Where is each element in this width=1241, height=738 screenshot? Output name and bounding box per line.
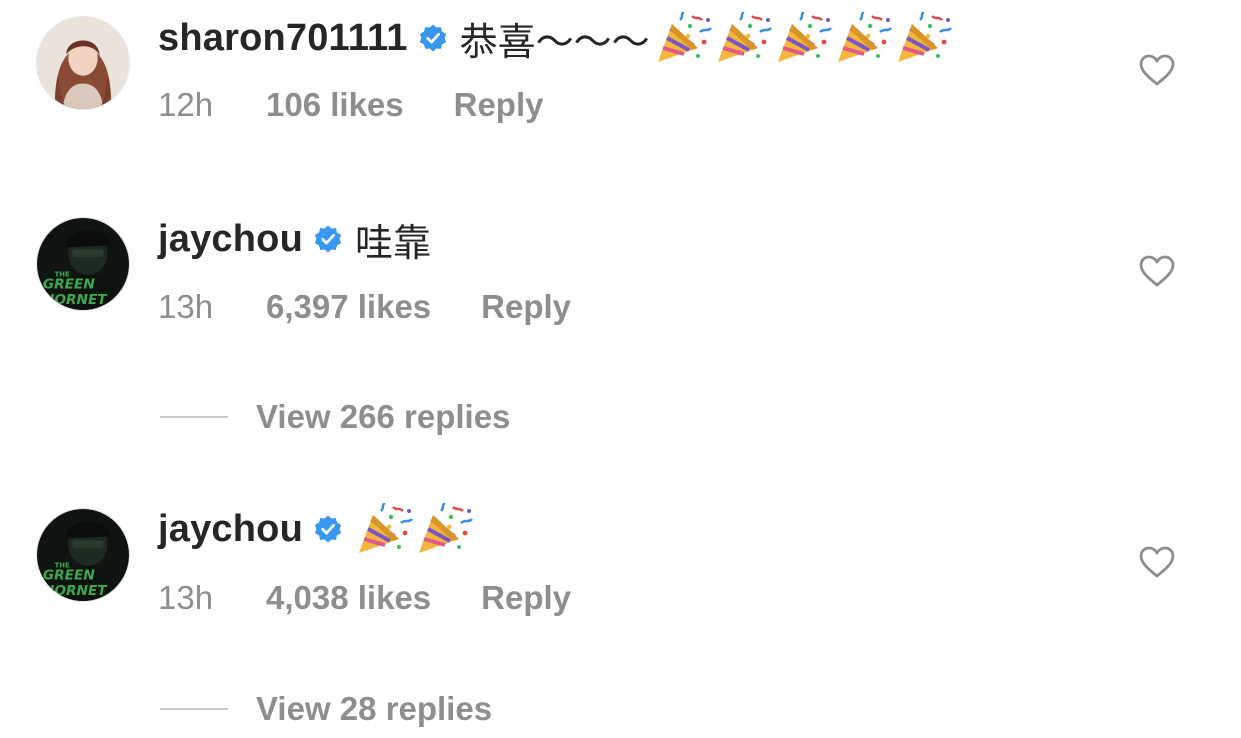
avatar[interactable] [36, 16, 130, 110]
replies-divider [160, 416, 228, 418]
comment-meta: 13h 4,038 likes Reply [158, 579, 571, 617]
emoji-row [355, 503, 475, 555]
avatar[interactable] [36, 217, 130, 311]
comment-text: 哇靠 [355, 220, 432, 265]
verified-badge-icon [313, 514, 343, 544]
comment-meta: 13h 6,397 likes Reply [158, 288, 571, 326]
comment-header: jaychou [158, 506, 475, 552]
view-replies-button[interactable]: View 266 replies [160, 398, 510, 436]
username-link[interactable]: sharon701111 [158, 17, 408, 60]
party-popper-icon [355, 503, 413, 555]
likes-count-link[interactable]: 6,397 likes [266, 288, 431, 326]
party-popper-icon [834, 12, 892, 64]
like-heart-icon[interactable] [1138, 254, 1176, 288]
username-link[interactable]: jaychou [158, 218, 303, 261]
reply-button[interactable]: Reply [481, 288, 571, 326]
comment-header: sharon701111 恭喜～～～ [158, 15, 954, 61]
reply-button[interactable]: Reply [481, 579, 571, 617]
comment-timestamp: 12h [158, 86, 214, 123]
likes-count-link[interactable]: 4,038 likes [266, 579, 431, 617]
party-popper-icon [415, 503, 473, 555]
comment-header: jaychou 哇靠 [158, 216, 431, 265]
view-replies-button[interactable]: View 28 replies [160, 690, 492, 728]
green-hornet-avatar [37, 509, 129, 601]
like-heart-icon[interactable] [1138, 53, 1176, 87]
comment-timestamp: 13h [158, 288, 214, 325]
comment-text: 恭喜～～～ [459, 19, 650, 64]
emoji-row [654, 12, 954, 64]
avatar-photo [37, 17, 129, 109]
party-popper-icon [894, 12, 952, 64]
party-popper-icon [774, 12, 832, 64]
likes-count-link[interactable]: 106 likes [266, 86, 404, 124]
verified-badge-icon [418, 23, 448, 53]
view-replies-label[interactable]: View 266 replies [256, 398, 510, 436]
view-replies-label[interactable]: View 28 replies [256, 690, 492, 728]
username-link[interactable]: jaychou [158, 508, 303, 551]
like-heart-icon[interactable] [1138, 545, 1176, 579]
party-popper-icon [714, 12, 772, 64]
green-hornet-avatar [37, 218, 129, 310]
reply-button[interactable]: Reply [454, 86, 544, 124]
party-popper-icon [654, 12, 712, 64]
avatar[interactable] [36, 508, 130, 602]
verified-badge-icon [313, 224, 343, 254]
replies-divider [160, 708, 228, 710]
comment-meta: 12h 106 likes Reply [158, 86, 544, 124]
comment-timestamp: 13h [158, 579, 214, 616]
